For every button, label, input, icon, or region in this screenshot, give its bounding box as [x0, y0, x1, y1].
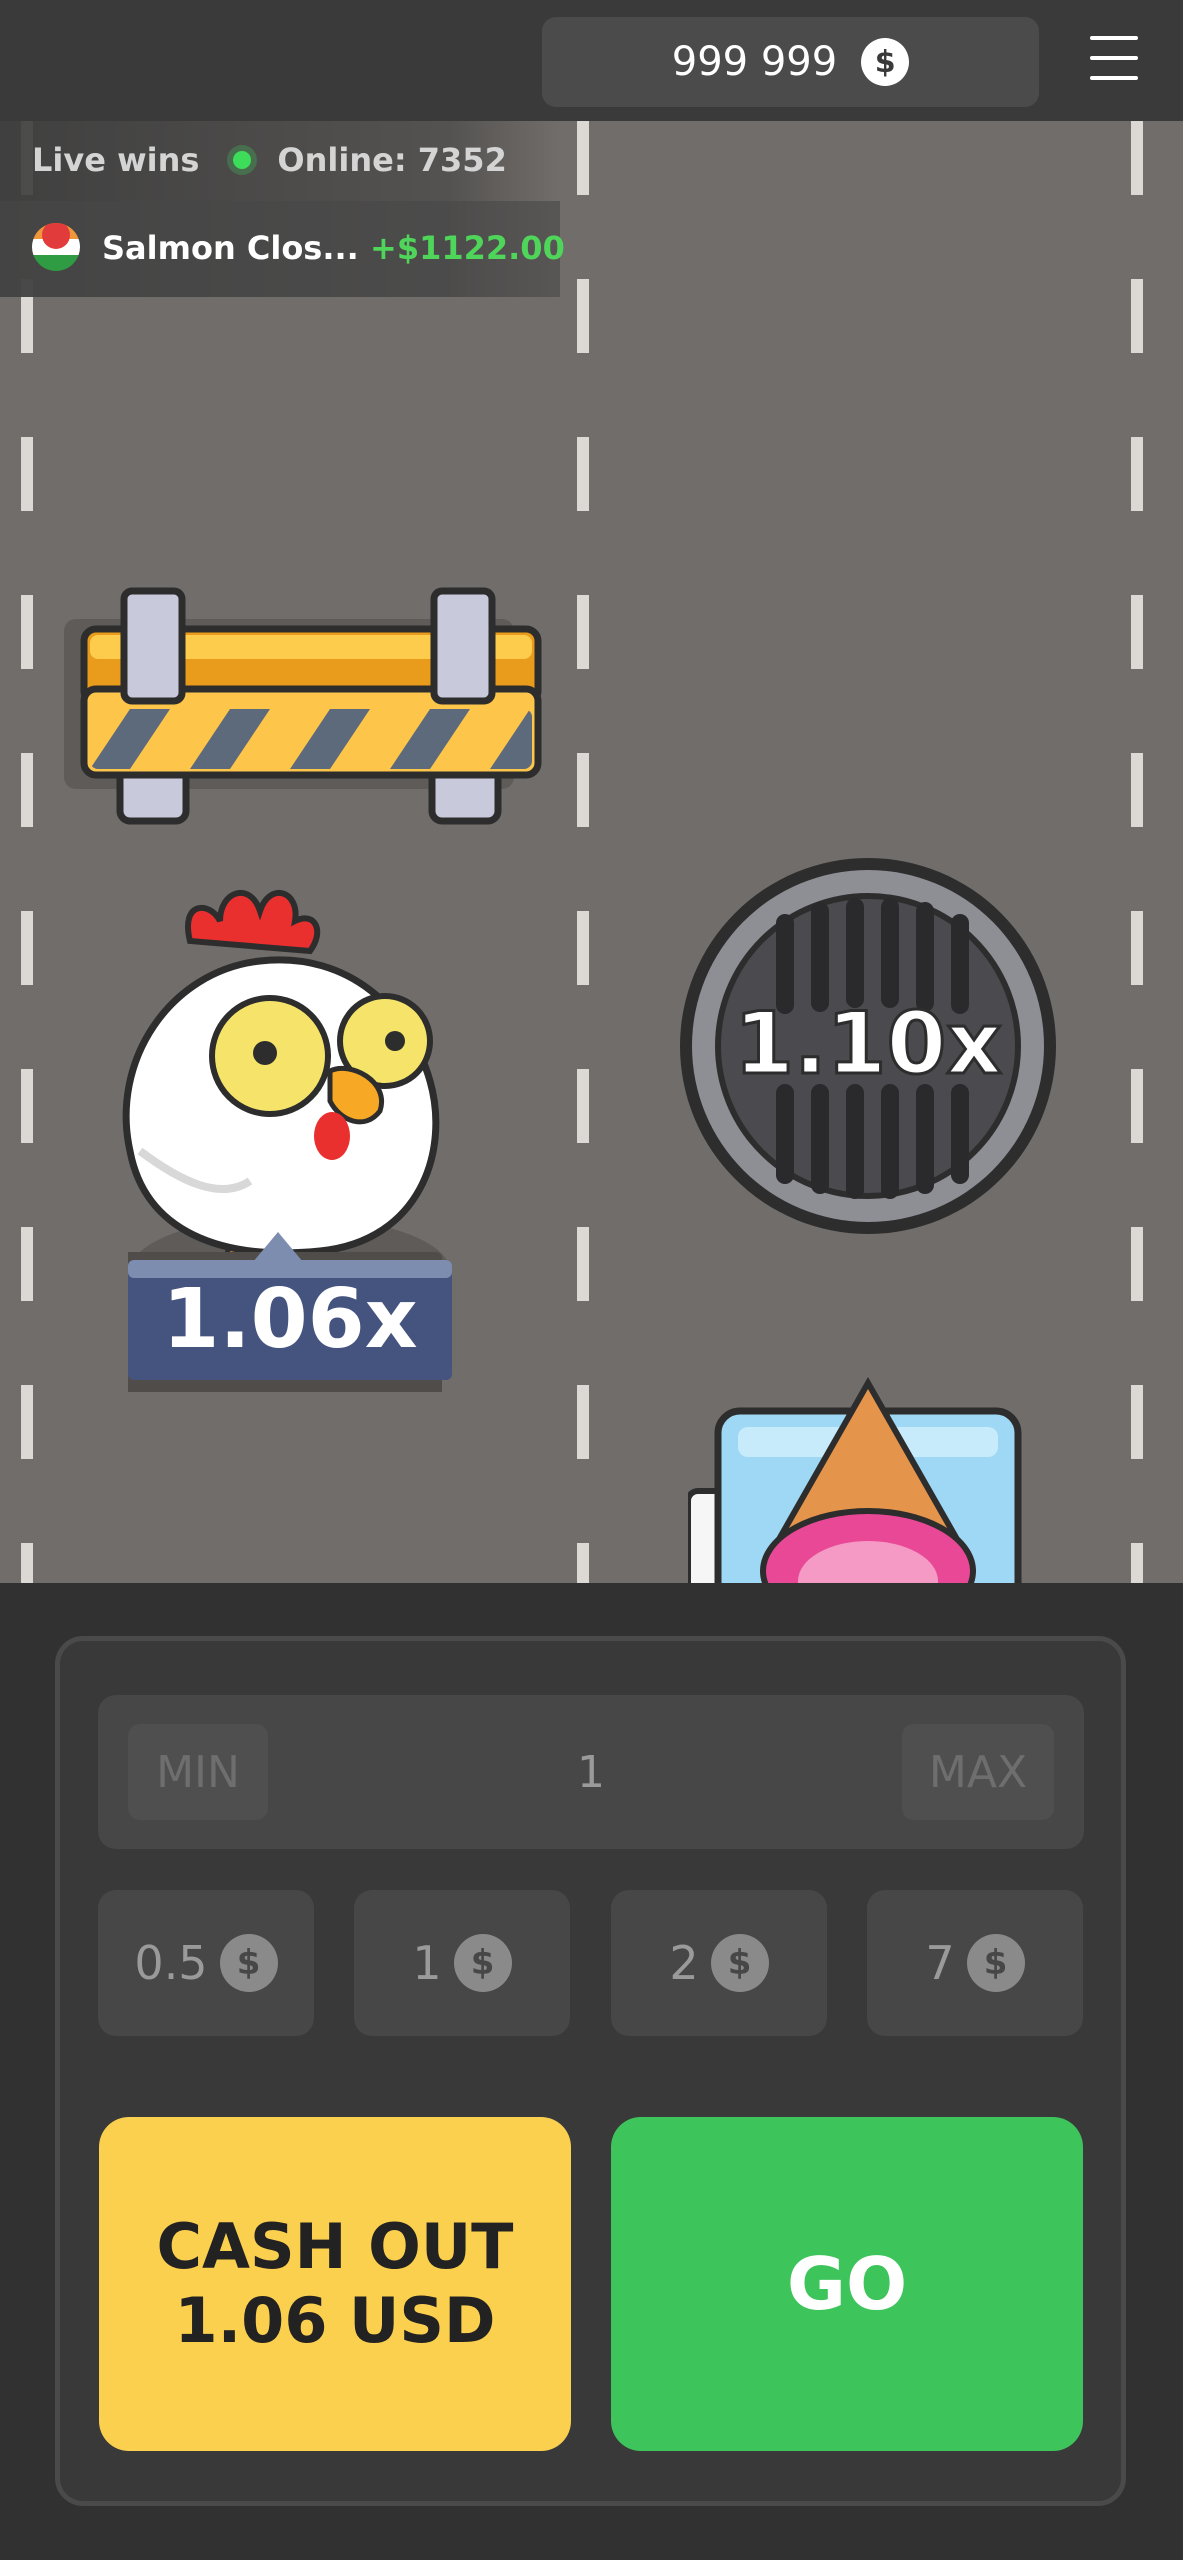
live-win-row: Salmon Clos... +$1122.00 — [0, 201, 565, 297]
cash-out-button[interactable]: CASH OUT 1.06 USD — [99, 2117, 571, 2451]
current-multiplier-label: 1.06x — [162, 1272, 418, 1367]
coin-icon: $ — [966, 1934, 1025, 1992]
coin-icon: $ — [710, 1934, 769, 1992]
chip-0-5-button[interactable]: 0.5 $ — [98, 1890, 314, 2036]
chip-2-button[interactable]: 2 $ — [611, 1890, 827, 2036]
online-status-icon — [233, 151, 252, 169]
min-bet-button[interactable]: MIN — [128, 1724, 268, 1820]
coin-icon: $ — [219, 1934, 278, 1992]
chip-label: 7 — [925, 1936, 955, 1990]
chip-label: 2 — [669, 1936, 699, 1990]
balance-value: 999 999 — [671, 39, 838, 85]
lane-divider — [577, 121, 589, 1583]
online-count: Online: 7352 — [277, 141, 507, 179]
chip-label: 0.5 — [134, 1936, 208, 1990]
max-bet-button[interactable]: MAX — [902, 1724, 1054, 1820]
game-field: 1.06x 1.10x — [0, 121, 1183, 1583]
cash-out-amount: 1.06 USD — [174, 2284, 496, 2357]
player-name: Salmon Clos... — [102, 229, 359, 267]
win-amount: +$1122.00 — [370, 229, 565, 267]
lane-divider — [21, 121, 33, 1583]
current-multiplier-tag: 1.06x — [128, 1232, 452, 1392]
live-wins-label: Live wins — [32, 141, 200, 179]
bet-amount-row: 1 MIN MAX — [98, 1695, 1084, 1849]
chip-1-button[interactable]: 1 $ — [354, 1890, 570, 2036]
hamburger-menu-icon[interactable] — [1090, 36, 1138, 80]
next-multiplier-label: 1.10x — [733, 993, 1004, 1096]
ice-cream-truck-icon — [688, 1376, 1022, 1583]
manhole-next-multiplier[interactable]: 1.10x — [676, 854, 1060, 1238]
chip-label: 1 — [412, 1936, 442, 1990]
live-wins-panel: Live wins Online: 7352 Salmon Clos... +$… — [0, 121, 565, 297]
coin-icon: $ — [861, 38, 910, 86]
coin-icon: $ — [453, 1934, 512, 1992]
go-button[interactable]: GO — [611, 2117, 1083, 2451]
cash-out-label: CASH OUT — [156, 2210, 514, 2283]
lane-divider — [1131, 121, 1143, 1583]
go-label: GO — [786, 2242, 908, 2326]
balance-display[interactable]: 999 999 $ — [542, 17, 1039, 107]
player-avatar — [32, 223, 80, 271]
chip-7-button[interactable]: 7 $ — [867, 1890, 1083, 2036]
road-barrier — [64, 587, 542, 825]
top-bar: 999 999 $ — [0, 0, 1183, 121]
